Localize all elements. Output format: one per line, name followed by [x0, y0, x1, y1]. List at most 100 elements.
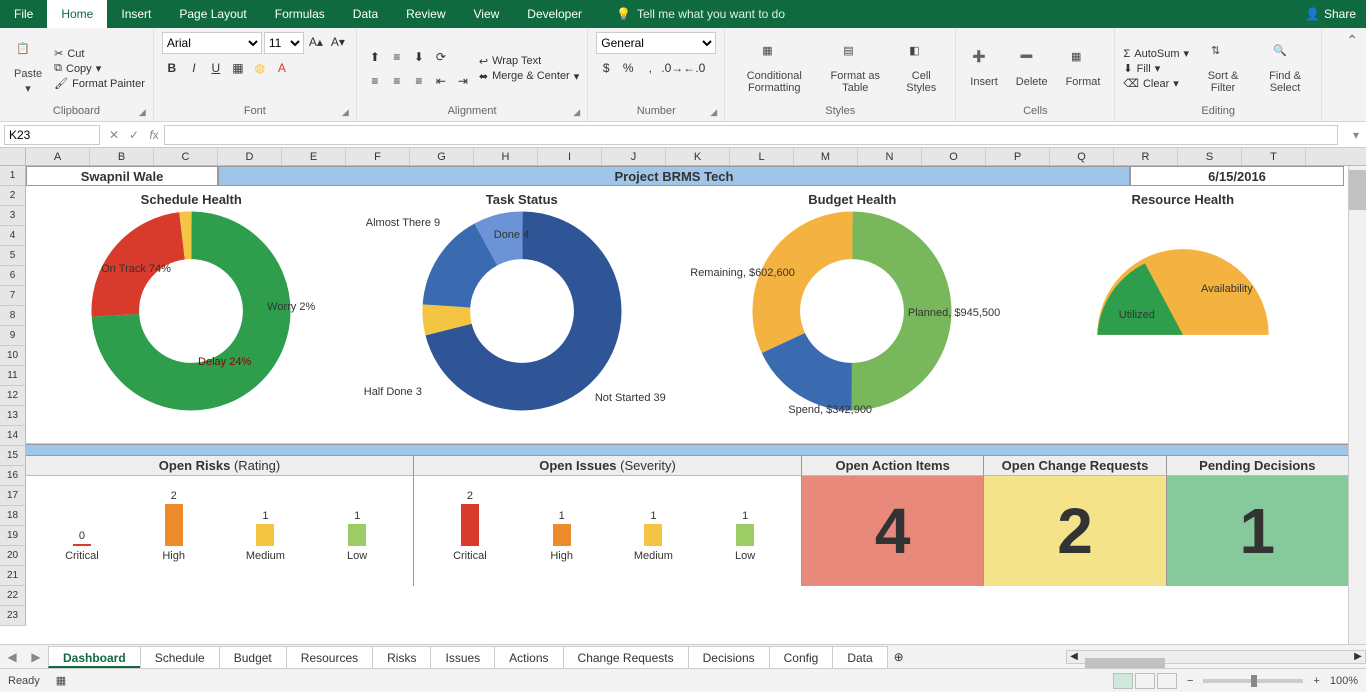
cut-button[interactable]: ✂Cut	[54, 47, 145, 60]
tab-page-layout[interactable]: Page Layout	[165, 0, 260, 28]
row-header[interactable]: 2	[0, 186, 25, 206]
underline-button[interactable]: U	[206, 58, 226, 78]
view-page-layout-button[interactable]	[1135, 673, 1155, 689]
dialog-launcher[interactable]: ◢	[342, 107, 354, 119]
decrease-indent-button[interactable]: ⇤	[431, 71, 451, 91]
paste-button[interactable]: 📋 Paste ▾	[8, 40, 48, 97]
sort-filter-button[interactable]: ⇅Sort & Filter	[1195, 42, 1251, 96]
row-header[interactable]: 11	[0, 366, 25, 386]
row-header[interactable]: 19	[0, 526, 25, 546]
tab-developer[interactable]: Developer	[513, 0, 596, 28]
row-header[interactable]: 15	[0, 446, 25, 466]
dialog-launcher[interactable]: ◢	[573, 107, 585, 119]
increase-decimal-button[interactable]: .0→	[662, 58, 682, 78]
format-cells-button[interactable]: ▦Format	[1060, 48, 1107, 90]
clear-button[interactable]: ⌫Clear▾	[1123, 77, 1189, 90]
column-header[interactable]: O	[922, 148, 986, 165]
column-header[interactable]: C	[154, 148, 218, 165]
row-header[interactable]: 5	[0, 246, 25, 266]
sheet-tab[interactable]: Change Requests	[563, 646, 689, 668]
column-header[interactable]: F	[346, 148, 410, 165]
row-header[interactable]: 3	[0, 206, 25, 226]
row-header[interactable]: 4	[0, 226, 25, 246]
wrap-text-button[interactable]: ↩Wrap Text	[479, 55, 579, 68]
sheet-tab[interactable]: Decisions	[688, 646, 770, 668]
align-middle-button[interactable]: ≡	[387, 47, 407, 67]
align-center-button[interactable]: ≡	[387, 71, 407, 91]
row-header[interactable]: 23	[0, 606, 25, 626]
comma-button[interactable]: ,	[640, 58, 660, 78]
decrease-decimal-button[interactable]: ←.0	[684, 58, 704, 78]
tell-me-search[interactable]: 💡 Tell me what you want to do	[616, 7, 785, 21]
row-header[interactable]: 1	[0, 166, 25, 186]
expand-formula-bar[interactable]: ▾	[1346, 128, 1366, 142]
row-header[interactable]: 10	[0, 346, 25, 366]
column-header[interactable]: P	[986, 148, 1050, 165]
column-header[interactable]: H	[474, 148, 538, 165]
scroll-right[interactable]: ▶	[1351, 651, 1365, 662]
bold-button[interactable]: B	[162, 58, 182, 78]
align-right-button[interactable]: ≡	[409, 71, 429, 91]
name-box[interactable]	[4, 125, 100, 145]
row-header[interactable]: 22	[0, 586, 25, 606]
sheet-tab[interactable]: Budget	[219, 646, 287, 668]
tab-home[interactable]: Home	[47, 0, 107, 28]
italic-button[interactable]: I	[184, 58, 204, 78]
share-button[interactable]: 👤 Share	[1305, 7, 1356, 21]
dialog-launcher[interactable]: ◢	[710, 107, 722, 119]
dialog-launcher[interactable]: ◢	[139, 107, 151, 119]
column-header[interactable]: L	[730, 148, 794, 165]
decrease-font-button[interactable]: A▾	[328, 32, 348, 52]
cancel-formula-button[interactable]: ✕	[104, 128, 124, 142]
column-header[interactable]: I	[538, 148, 602, 165]
column-header[interactable]: B	[90, 148, 154, 165]
view-page-break-button[interactable]	[1157, 673, 1177, 689]
column-header[interactable]: R	[1114, 148, 1178, 165]
column-header[interactable]: D	[218, 148, 282, 165]
find-select-button[interactable]: 🔍Find & Select	[1257, 42, 1313, 96]
sheet-tab[interactable]: Risks	[372, 646, 431, 668]
scroll-left[interactable]: ◀	[1067, 651, 1081, 662]
row-header[interactable]: 6	[0, 266, 25, 286]
orientation-button[interactable]: ⟳	[431, 47, 451, 67]
view-normal-button[interactable]	[1113, 673, 1133, 689]
column-header[interactable]: N	[858, 148, 922, 165]
increase-font-button[interactable]: A▴	[306, 32, 326, 52]
row-header[interactable]: 14	[0, 426, 25, 446]
sheet-tab[interactable]: Resources	[286, 646, 373, 668]
tab-data[interactable]: Data	[339, 0, 392, 28]
row-header[interactable]: 8	[0, 306, 25, 326]
horizontal-scrollbar[interactable]: ◀ ▶	[1066, 650, 1366, 664]
sheet-tab[interactable]: Schedule	[140, 646, 220, 668]
sheet-tab[interactable]: Data	[832, 646, 887, 668]
add-sheet-button[interactable]: ⊕	[887, 650, 911, 664]
row-header[interactable]: 20	[0, 546, 25, 566]
fill-button[interactable]: ⬇Fill▾	[1123, 62, 1189, 75]
column-header[interactable]: G	[410, 148, 474, 165]
tab-file[interactable]: File	[0, 0, 47, 28]
tab-formulas[interactable]: Formulas	[261, 0, 339, 28]
column-header[interactable]: J	[602, 148, 666, 165]
zoom-in-button[interactable]: +	[1313, 675, 1319, 687]
row-header[interactable]: 17	[0, 486, 25, 506]
currency-button[interactable]: $	[596, 58, 616, 78]
font-size-combo[interactable]: 11	[264, 32, 304, 54]
sheet-tab[interactable]: Issues	[430, 646, 495, 668]
insert-cells-button[interactable]: ➕Insert	[964, 48, 1004, 90]
scrollbar-thumb[interactable]	[1085, 658, 1165, 668]
tab-nav-next[interactable]: ▶	[24, 650, 48, 664]
font-name-combo[interactable]: Arial	[162, 32, 262, 54]
sheet-tab[interactable]: Actions	[494, 646, 563, 668]
copy-button[interactable]: ⧉Copy▾	[54, 62, 145, 75]
row-header[interactable]: 7	[0, 286, 25, 306]
fx-button[interactable]: fx	[144, 128, 164, 142]
zoom-out-button[interactable]: −	[1187, 675, 1193, 687]
tab-review[interactable]: Review	[392, 0, 459, 28]
percent-button[interactable]: %	[618, 58, 638, 78]
conditional-formatting-button[interactable]: ▦Conditional Formatting	[733, 42, 815, 96]
vertical-scrollbar[interactable]	[1348, 166, 1366, 644]
fill-color-button[interactable]: ◍	[250, 58, 270, 78]
column-header[interactable]: T	[1242, 148, 1306, 165]
formula-input[interactable]	[164, 125, 1338, 145]
sheet-tab[interactable]: Dashboard	[48, 646, 141, 668]
